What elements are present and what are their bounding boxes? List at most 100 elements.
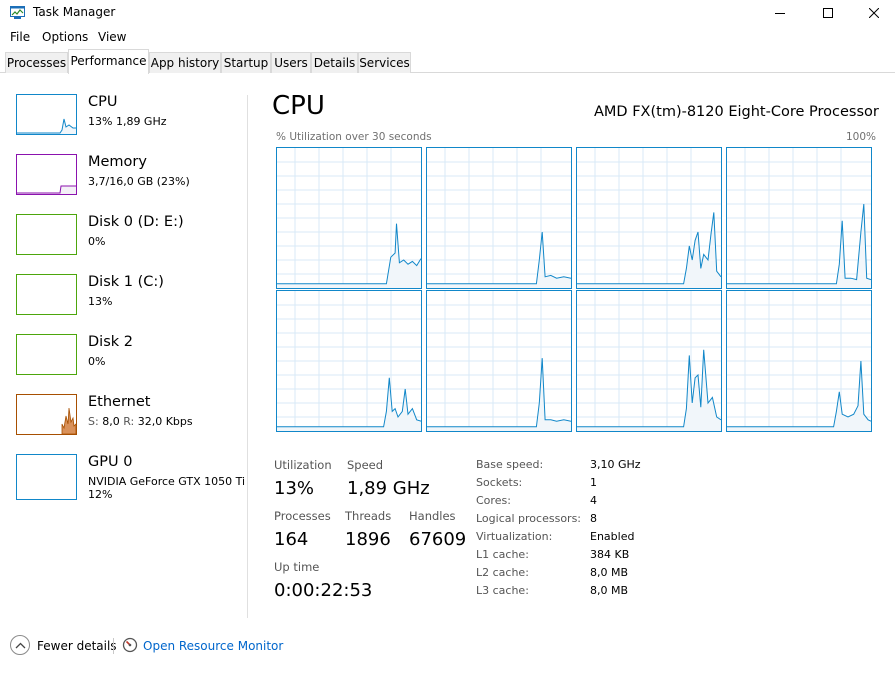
minimize-icon [775,13,785,14]
spec-value: 3,10 GHz [590,458,641,471]
resource-gpu0[interactable]: GPU 0 NVIDIA GeForce GTX 1050 Ti 12% [16,454,245,512]
speed-value: 1,89 GHz [347,478,430,499]
menu-file[interactable]: File [10,30,30,44]
minimize-button[interactable] [757,0,803,26]
maximize-icon [823,8,833,18]
tab-bar: Processes Performance App history Startu… [0,48,895,74]
spec-value: 384 KB [590,548,630,561]
memory-thumbnail [16,154,77,195]
tab-details[interactable]: Details [311,52,358,73]
resource-disk1[interactable]: Disk 1 (C:) 13% [16,274,241,318]
handles-label: Handles [409,509,456,523]
resource-detail: 13% [88,295,113,308]
core-graph-svg [427,291,571,431]
spec-label: Sockets: [476,476,523,489]
resource-detail: 0% [88,235,106,248]
core-graph-svg [277,291,421,431]
tab-performance[interactable]: Performance [68,49,149,74]
core-graph-svg [427,148,571,288]
usage-line [727,203,871,285]
footer-separator [113,638,114,654]
processes-value: 164 [274,529,309,550]
usage-area [727,361,871,431]
resource-disk2[interactable]: Disk 2 0% [16,334,241,378]
uptime-label: Up time [274,560,320,574]
utilization-label: Utilization [274,458,332,472]
uptime-value: 0:00:22:53 [274,580,373,601]
close-icon [869,8,879,18]
resource-name: Ethernet [88,394,151,410]
menu-options[interactable]: Options [42,30,88,44]
cpu-model: AMD FX(tm)-8120 Eight-Core Processor [594,104,879,120]
spec-value: 4 [590,494,597,507]
title-bar[interactable]: Task Manager [0,0,895,26]
core-graph [426,290,572,432]
resource-disk0[interactable]: Disk 0 (D: E:) 0% [16,214,241,258]
spec-label: Base speed: [476,458,544,471]
core-graph-svg [727,148,871,288]
spec-value: 1 [590,476,597,489]
resource-detail: S: 8,0 R: 32,0 Kbps [88,415,193,428]
spec-label: L3 cache: [476,584,529,597]
resource-detail: 3,7/16,0 GB (23%) [88,175,190,188]
window-title: Task Manager [33,5,116,19]
resource-name: GPU 0 [88,454,133,470]
core-graph [576,147,722,289]
spec-value: 8 [590,512,597,525]
core-graph [726,147,872,289]
resource-detail: NVIDIA GeForce GTX 1050 Ti [88,475,246,488]
open-resource-monitor-link[interactable]: Open Resource Monitor [143,639,283,653]
core-graph [426,147,572,289]
usage-area [277,223,421,288]
usage-area [277,377,421,431]
resource-detail: 0% [88,355,106,368]
panel-divider[interactable] [247,95,248,618]
tab-processes[interactable]: Processes [5,52,68,73]
gpu0-thumbnail [16,454,77,500]
resource-monitor-icon[interactable] [122,637,138,653]
graph-max-label: 100% [846,131,877,143]
resource-cpu[interactable]: CPU 13% 1,89 GHz [16,94,241,138]
cpu-thumbnail [16,94,77,135]
usage-line [427,231,571,285]
maximize-button[interactable] [805,0,851,26]
resource-name: Memory [88,154,147,170]
core-graph-svg [277,148,421,288]
threads-value: 1896 [345,529,391,550]
core-graph [276,290,422,432]
threads-label: Threads [345,509,392,523]
spec-value: 8,0 MB [590,566,629,579]
fewer-details-button[interactable] [10,635,30,655]
spec-label: L1 cache: [476,548,529,561]
resource-detail-2: 12% [88,488,113,501]
core-graph-svg [577,291,721,431]
tab-services[interactable]: Services [358,52,411,73]
tab-users[interactable]: Users [271,52,311,73]
resource-name: Disk 2 [88,334,133,350]
resource-memory[interactable]: Memory 3,7/16,0 GB (23%) [16,154,241,198]
resource-name: Disk 1 (C:) [88,274,164,290]
menu-view[interactable]: View [98,30,126,44]
spec-label: L2 cache: [476,566,529,579]
tab-app-history[interactable]: App history [149,52,221,73]
processes-label: Processes [274,509,331,523]
handles-value: 67609 [409,529,467,550]
core-graph [726,290,872,432]
core-graph [576,290,722,432]
spec-value: Enabled [590,530,635,543]
graph-caption: % Utilization over 30 seconds [276,131,432,143]
spec-label: Cores: [476,494,511,507]
task-manager-icon [10,6,25,19]
core-graph-svg [727,291,871,431]
fewer-details-link[interactable]: Fewer details [37,639,117,653]
menu-bar: File Options View [0,26,895,48]
core-graph-svg [577,148,721,288]
page-title: CPU [272,91,325,121]
resource-detail: 13% 1,89 GHz [88,115,167,128]
spec-value: 8,0 MB [590,584,629,597]
resource-ethernet[interactable]: Ethernet S: 8,0 R: 32,0 Kbps [16,394,241,438]
tab-startup[interactable]: Startup [221,52,271,73]
ethernet-thumbnail [16,394,77,435]
utilization-value: 13% [274,478,315,499]
close-button[interactable] [851,0,895,26]
